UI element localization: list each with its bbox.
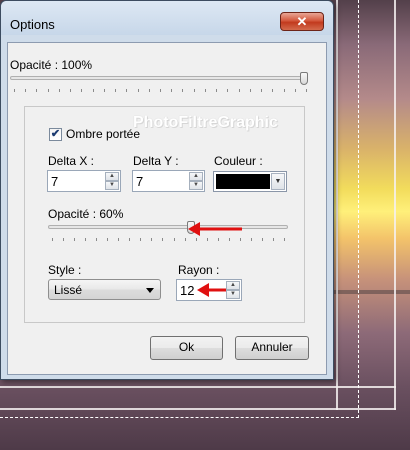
shadow-opacity-slider-ticks (52, 238, 285, 241)
slider-tick (81, 89, 83, 92)
slider-tick (204, 89, 206, 92)
chevron-down-icon (146, 288, 154, 293)
slider-tick (160, 89, 161, 92)
slider-tick (217, 238, 219, 241)
delta-x-spinner[interactable]: 7 ▲ ▼ (47, 170, 121, 192)
slider-tick (107, 238, 109, 241)
color-swatch (216, 174, 270, 189)
frame-line-bottom-2 (0, 408, 396, 410)
delta-y-up-icon[interactable]: ▲ (189, 172, 203, 181)
slider-tick (85, 238, 87, 241)
slider-tick (118, 238, 120, 241)
color-picker[interactable]: ▼ (213, 171, 287, 192)
watermark-text: PhotoFiltreGraphic (133, 114, 278, 131)
radius-down-icon[interactable]: ▼ (226, 290, 240, 299)
title-bar[interactable]: Options ✕ (1, 1, 333, 35)
style-select[interactable]: Lissé (48, 279, 161, 300)
slider-tick (228, 238, 230, 241)
annotation-arrow-radius (197, 283, 226, 297)
slider-tick (52, 238, 53, 241)
opacity-label: Opacité : 100% (10, 58, 93, 72)
frame-line-bottom (0, 386, 396, 388)
slider-tick (58, 89, 60, 92)
slider-tick (206, 238, 208, 241)
radius-label: Rayon : (178, 263, 220, 277)
window-title: Options (10, 17, 55, 32)
style-select-value: Lissé (54, 283, 83, 297)
shadow-opacity-slider-track[interactable] (48, 225, 288, 229)
cancel-button[interactable]: Annuler (235, 336, 309, 360)
selection-dash-bottom (0, 417, 359, 418)
slider-tick (70, 89, 72, 92)
slider-tick (272, 89, 274, 92)
slider-tick (74, 238, 76, 241)
shadow-checkbox-label: Ombre portée (66, 127, 141, 141)
slider-tick (227, 89, 229, 92)
slider-tick (171, 89, 173, 92)
delta-y-value[interactable]: 7 (136, 174, 143, 189)
slider-tick (129, 238, 131, 241)
slider-tick (239, 238, 241, 241)
slider-tick (162, 238, 164, 241)
slider-tick (36, 89, 38, 92)
ok-button[interactable]: Ok (150, 336, 223, 360)
slider-tick (250, 238, 252, 241)
slider-tick (47, 89, 49, 92)
slider-tick (140, 238, 142, 241)
slider-tick (238, 89, 240, 92)
color-label: Couleur : (214, 154, 263, 168)
slider-tick (96, 238, 98, 241)
slider-tick (151, 238, 153, 241)
slider-tick (195, 238, 197, 241)
delta-y-spinner[interactable]: 7 ▲ ▼ (132, 170, 205, 192)
slider-tick (173, 238, 175, 241)
delta-y-label: Delta Y : (133, 154, 179, 168)
delta-x-up-icon[interactable]: ▲ (105, 172, 119, 181)
slider-tick (25, 89, 27, 92)
opacity-slider-ticks (14, 89, 307, 92)
slider-tick (63, 238, 65, 241)
slider-tick (283, 89, 285, 92)
shadow-opacity-label: Opacité : 60% (48, 207, 124, 221)
radius-up-icon[interactable]: ▲ (226, 281, 240, 290)
frame-line-right (394, 0, 396, 410)
slider-tick (249, 89, 251, 92)
chevron-down-icon[interactable]: ▼ (271, 173, 285, 190)
slider-tick (182, 89, 184, 92)
slider-tick (272, 238, 274, 241)
slider-tick (14, 89, 15, 92)
slider-tick (261, 238, 263, 241)
annotation-arrow-opacity (188, 222, 242, 236)
frame-line-top (336, 0, 338, 410)
shadow-checkbox[interactable]: ✔ (49, 128, 62, 141)
slider-tick (137, 89, 139, 92)
delta-x-label: Delta X : (48, 154, 95, 168)
slider-tick (103, 89, 105, 92)
close-button[interactable]: ✕ (280, 12, 324, 31)
opacity-slider-track[interactable] (10, 76, 308, 80)
delta-x-down-icon[interactable]: ▼ (105, 181, 119, 190)
delta-x-value[interactable]: 7 (51, 174, 58, 189)
opacity-slider-thumb[interactable] (300, 72, 308, 85)
slider-tick (306, 89, 307, 92)
slider-tick (126, 89, 128, 92)
slider-tick (92, 89, 94, 92)
slider-tick (216, 89, 218, 92)
style-label: Style : (48, 263, 82, 277)
selection-dash-right (358, 0, 359, 418)
slider-tick (115, 89, 117, 92)
slider-tick (294, 89, 296, 92)
slider-tick (193, 89, 195, 92)
delta-y-down-icon[interactable]: ▼ (189, 181, 203, 190)
slider-tick (284, 238, 285, 241)
slider-tick (261, 89, 263, 92)
radius-value[interactable]: 12 (180, 283, 194, 298)
slider-tick (148, 89, 150, 92)
slider-tick (184, 238, 186, 241)
